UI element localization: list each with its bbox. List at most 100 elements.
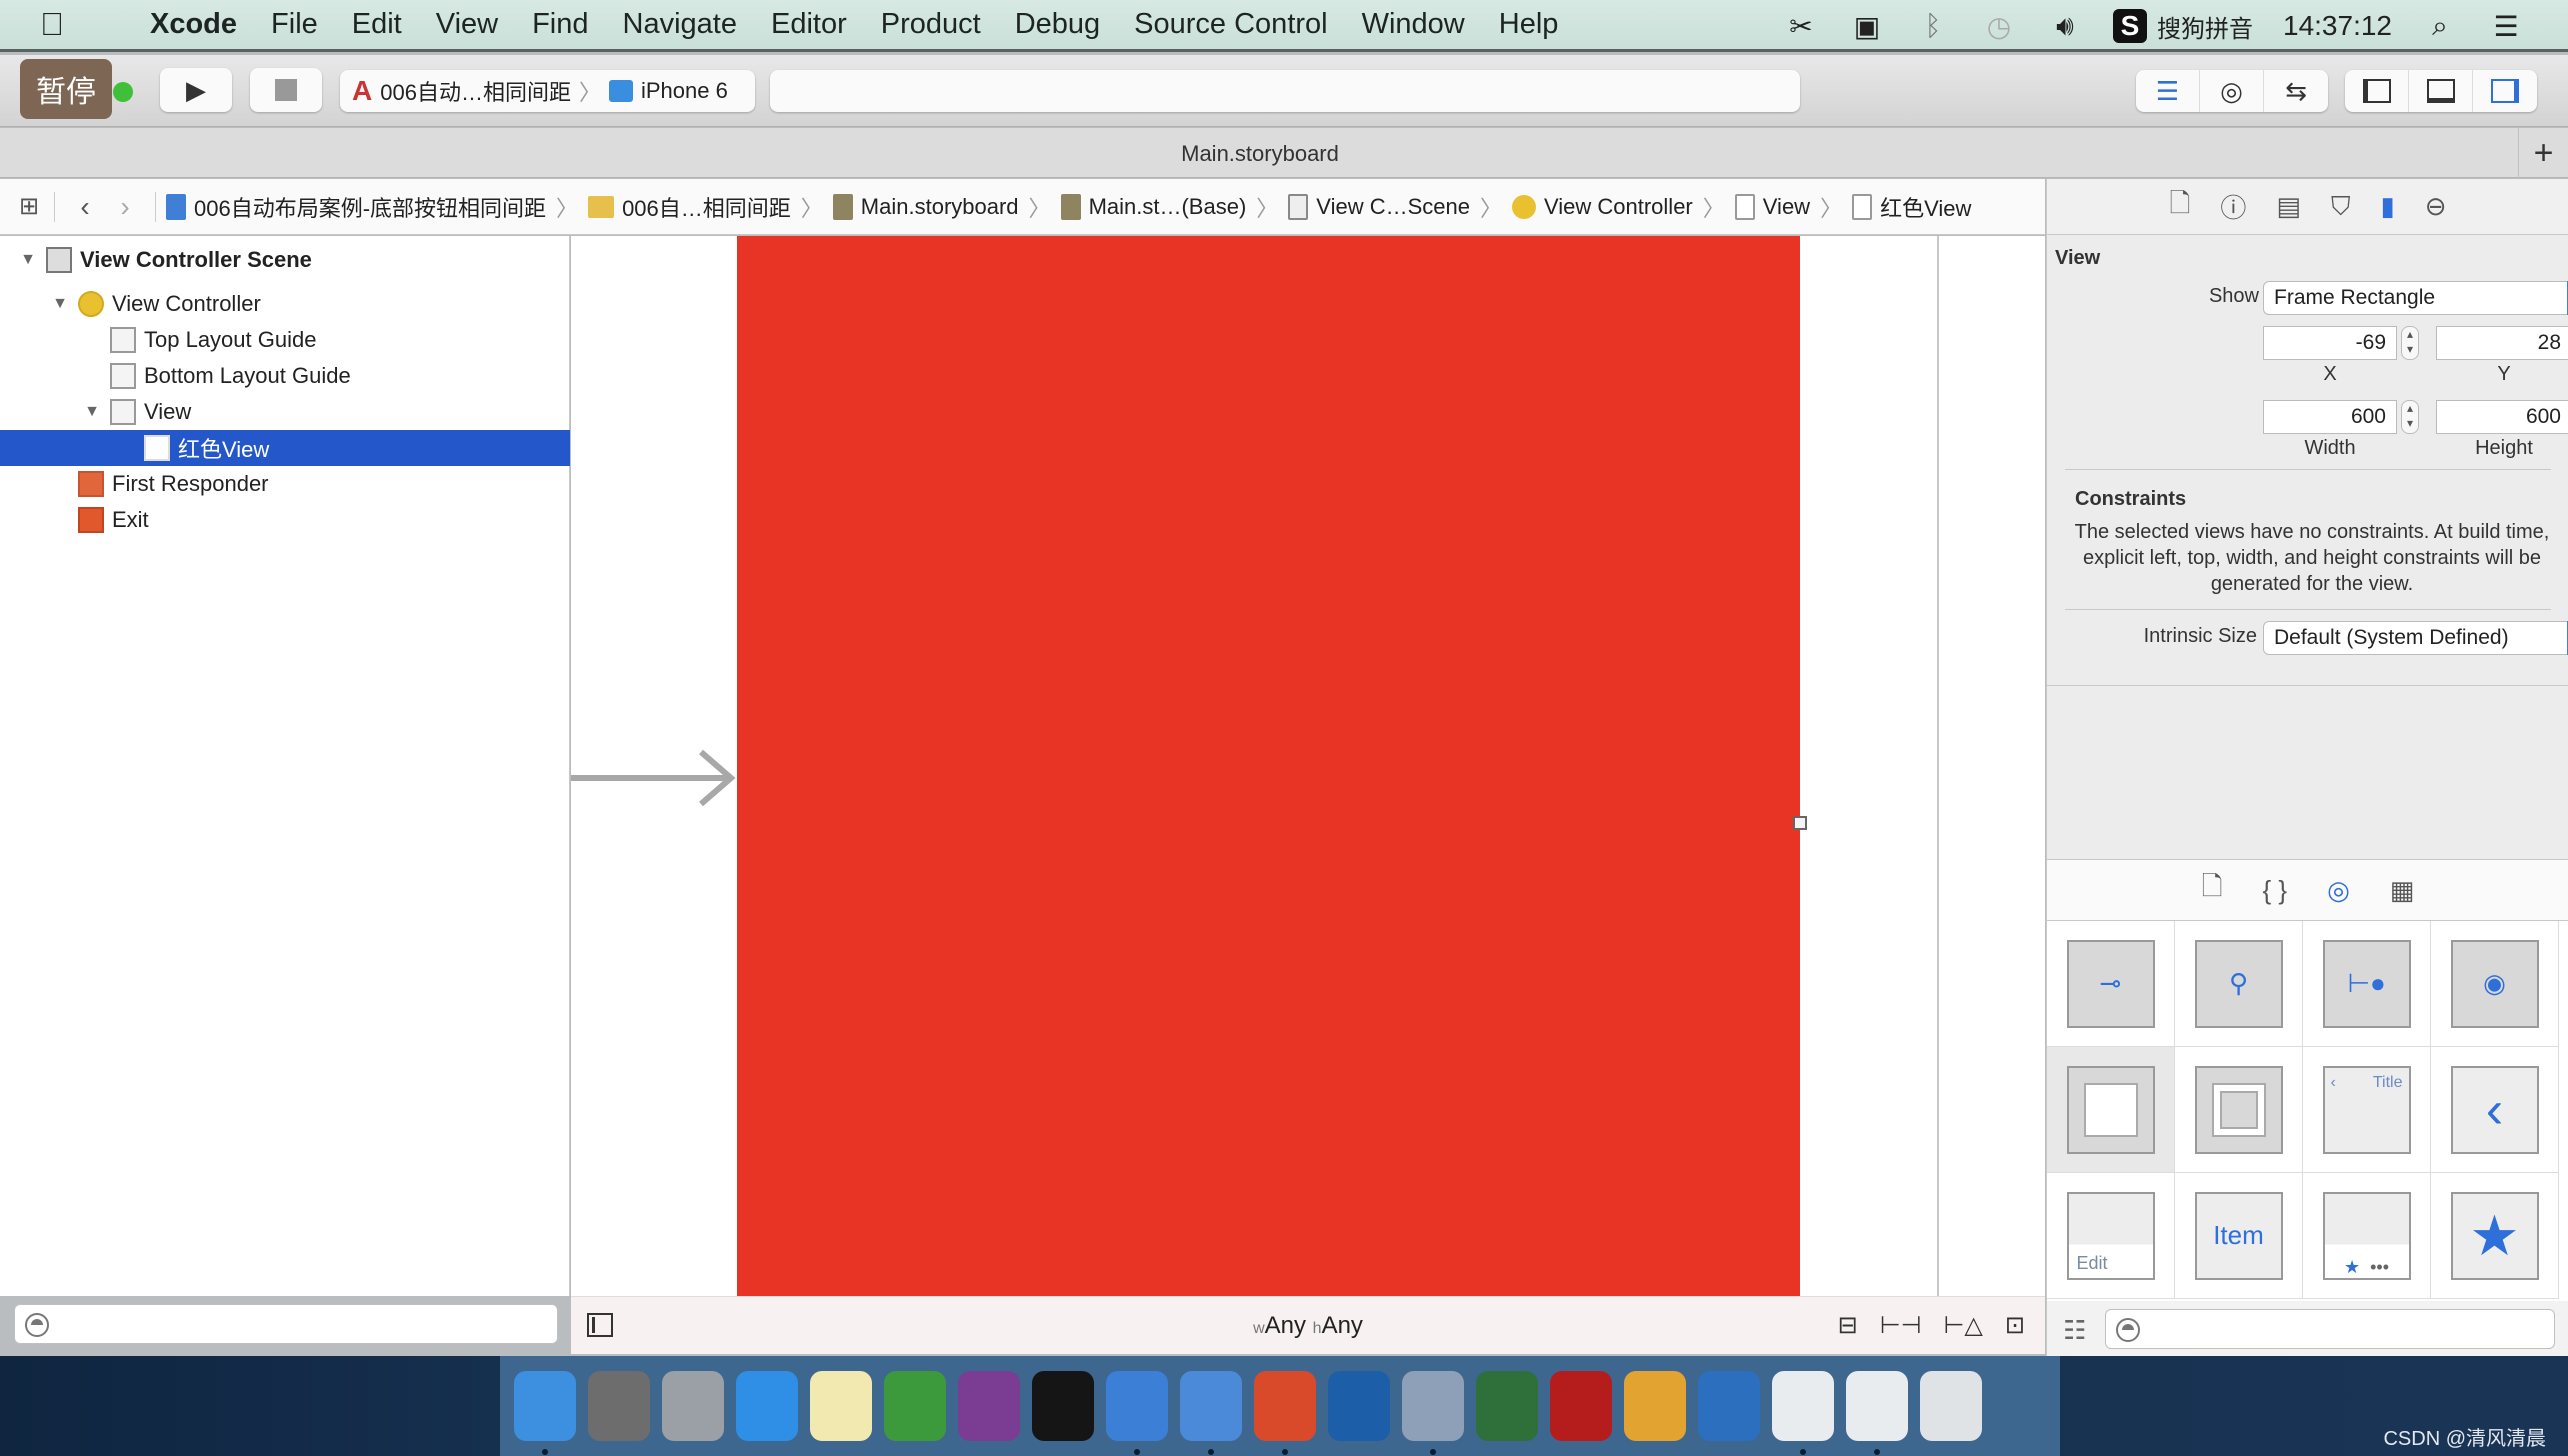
dock-screenshot-tool-icon[interactable] <box>1328 1371 1390 1441</box>
notification-list-icon[interactable]: ☰ <box>2488 10 2524 42</box>
stop-button[interactable] <box>250 68 322 112</box>
outline-row-bottom-layout-guide[interactable]: Bottom Layout Guide <box>0 358 570 394</box>
forward-arrow-icon[interactable]: › <box>105 191 145 223</box>
outline-row-scene[interactable]: ▼ View Controller Scene <box>0 242 570 278</box>
window-zoom-button[interactable] <box>113 82 133 102</box>
assistant-editor-button[interactable]: ◎ <box>2200 70 2264 112</box>
quick-help-icon[interactable]: ⓘ <box>2220 188 2246 225</box>
x-stepper[interactable]: ▴ ▾ <box>2401 326 2419 360</box>
disclosure-triangle-icon[interactable]: ▼ <box>82 403 102 421</box>
file-template-library-icon[interactable]: 🗋 <box>2202 868 2223 912</box>
device-name[interactable]: iPhone 6 <box>641 78 728 104</box>
breadcrumb-view[interactable]: View <box>1734 193 1810 220</box>
dock-finder-icon[interactable] <box>514 1371 576 1455</box>
media-library-icon[interactable]: ▦ <box>2390 875 2415 906</box>
pin-icon[interactable]: ⊢⊣ <box>1880 1311 1922 1340</box>
bluetooth-icon[interactable]: ᛒ <box>1915 10 1951 42</box>
outline-row-view-controller[interactable]: ▼ View Controller <box>0 286 570 322</box>
dock-powerpoint-like-icon[interactable] <box>1254 1371 1316 1455</box>
dock-trash-icon[interactable] <box>1920 1371 1982 1441</box>
code-snippet-library-icon[interactable]: { } <box>2263 875 2288 906</box>
outline-row-first-responder[interactable]: First Responder <box>0 466 570 502</box>
video-camera-icon[interactable]: ▣ <box>1849 10 1885 42</box>
outline-row-red-view[interactable]: 红色View <box>0 430 570 466</box>
dock-xcode-icon[interactable] <box>1106 1371 1168 1455</box>
clock[interactable]: 14:37:12 <box>2283 10 2392 42</box>
related-items-icon[interactable]: ⊞ <box>14 192 44 221</box>
object-library-icon[interactable]: ◎ <box>2327 875 2350 906</box>
dock-system-preferences-icon[interactable] <box>588 1371 650 1441</box>
spotlight-icon[interactable]: ⌕ <box>2422 10 2458 42</box>
intrinsic-size-popup[interactable]: Default (System Defined) ▴▾ <box>2263 621 2568 655</box>
height-field[interactable]: 600 <box>2436 400 2568 434</box>
resize-handle[interactable] <box>1793 816 1807 830</box>
dock-instruments-doc-1-icon[interactable] <box>1772 1371 1834 1455</box>
menu-view[interactable]: View <box>436 8 498 41</box>
run-button[interactable]: ▶ <box>160 68 232 112</box>
breadcrumb-folder[interactable]: 006自…相同间距 <box>588 191 791 223</box>
size-inspector-icon[interactable]: ▮ <box>2380 191 2394 222</box>
dock-terminal-icon[interactable] <box>1032 1371 1094 1441</box>
dock-excel-icon[interactable] <box>884 1371 946 1441</box>
standard-editor-button[interactable]: ☰ <box>2136 70 2200 112</box>
library-item-long-press[interactable]: ◉ <box>2431 921 2559 1047</box>
identity-inspector-icon[interactable]: ▤ <box>2276 191 2301 222</box>
library-item-tab-bar[interactable]: ★ ••• <box>2303 1173 2431 1299</box>
width-stepper[interactable]: ▴ ▾ <box>2401 400 2419 434</box>
dock-launchpad-icon[interactable] <box>662 1371 724 1441</box>
dock-notes-icon[interactable] <box>810 1371 872 1441</box>
dock-instruments-doc-2-icon[interactable] <box>1846 1371 1908 1455</box>
breadcrumb-storyboard-base[interactable]: Main.st…(Base) <box>1060 193 1246 220</box>
disclosure-triangle-icon[interactable]: ▼ <box>18 251 38 269</box>
menu-file[interactable]: File <box>271 8 318 41</box>
library-item-container-view[interactable] <box>2175 1047 2303 1173</box>
scissors-icon[interactable]: ✂ <box>1783 10 1819 42</box>
tab-main-storyboard[interactable]: Main.storyboard <box>0 141 2520 167</box>
library-item-screen-edge-pan[interactable]: ⊢● <box>2303 921 2431 1047</box>
breadcrumb-view-controller[interactable]: View Controller <box>1511 194 1693 220</box>
dock-ftp-app-icon[interactable] <box>1476 1371 1538 1441</box>
library-item-navigation-bar[interactable]: ‹ Title <box>2303 1047 2431 1173</box>
initial-view-controller-arrow[interactable] <box>571 748 739 808</box>
dock-word-like-icon[interactable] <box>1698 1371 1760 1441</box>
outline-row-view[interactable]: ▼ View <box>0 394 570 430</box>
version-editor-button[interactable]: ⇆ <box>2264 70 2328 112</box>
disclosure-triangle-icon[interactable]: ▼ <box>50 295 70 313</box>
menu-app-xcode[interactable]: Xcode <box>150 8 237 41</box>
dock-onenote-icon[interactable] <box>958 1371 1020 1441</box>
menu-editor[interactable]: Editor <box>771 8 847 41</box>
dock-simulator-icon[interactable] <box>1180 1371 1242 1455</box>
sogou-icon[interactable]: S <box>2113 9 2147 43</box>
connections-inspector-icon[interactable]: ⊖ <box>2425 191 2447 222</box>
breadcrumb-scene[interactable]: View C…Scene <box>1288 193 1470 220</box>
menu-navigate[interactable]: Navigate <box>623 8 737 41</box>
size-class-control[interactable]: wAny hAny <box>571 1312 2045 1340</box>
volume-icon[interactable]: 🔊︎ <box>2047 10 2083 42</box>
breadcrumb-storyboard[interactable]: Main.storyboard <box>832 193 1019 220</box>
library-filter-input[interactable] <box>2105 1309 2555 1349</box>
y-field[interactable]: 28 <box>2436 326 2568 360</box>
dock-video-app-icon[interactable] <box>1402 1371 1464 1455</box>
navigator-toggle-button[interactable] <box>2345 70 2409 112</box>
file-inspector-icon[interactable]: 🗋 <box>2169 185 2190 229</box>
add-tab-button[interactable]: + <box>2518 128 2568 178</box>
menu-window[interactable]: Window <box>1362 8 1465 41</box>
dock-safari-icon[interactable] <box>736 1371 798 1441</box>
menu-find[interactable]: Find <box>532 8 588 41</box>
outline-filter-input[interactable] <box>14 1304 558 1344</box>
menu-product[interactable]: Product <box>881 8 981 41</box>
dock-filezilla-icon[interactable] <box>1550 1371 1612 1441</box>
align-icon[interactable]: ⊟ <box>1838 1311 1858 1340</box>
red-view[interactable] <box>737 236 1800 1296</box>
scheme-selector[interactable]: A 006自动…相同间距 〉 iPhone 6 <box>340 70 755 112</box>
width-field[interactable]: 600 <box>2263 400 2397 434</box>
outline-row-exit[interactable]: Exit <box>0 502 570 538</box>
resolve-issues-icon[interactable]: ⊢△ <box>1944 1311 1983 1340</box>
apple-menu-icon[interactable]:  <box>40 6 90 43</box>
scheme-name[interactable]: 006自动…相同间距 <box>380 75 571 107</box>
library-item-view[interactable] <box>2047 1047 2175 1173</box>
debug-area-toggle-button[interactable] <box>2409 70 2473 112</box>
x-field[interactable]: -69 <box>2263 326 2397 360</box>
breadcrumb-project[interactable]: 006自动布局案例-底部按钮相同间距 <box>166 191 546 223</box>
dock-graphics-editor-icon[interactable] <box>1624 1371 1686 1441</box>
